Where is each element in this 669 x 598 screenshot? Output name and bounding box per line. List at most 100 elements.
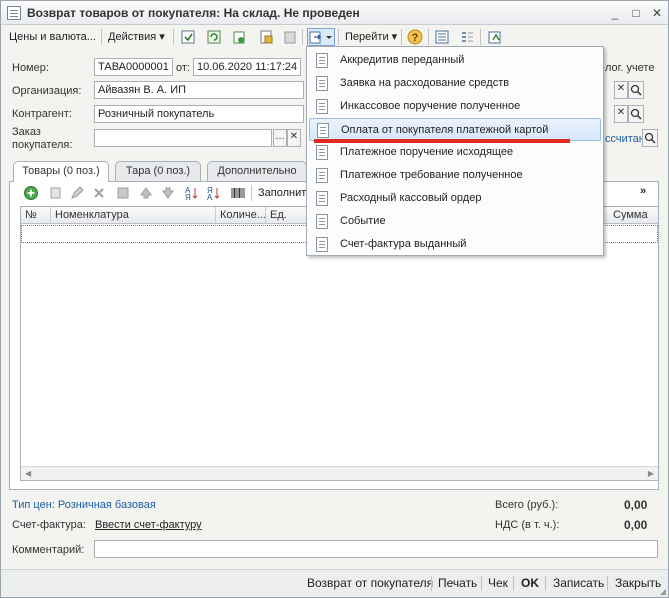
menu-item-event[interactable]: Событие	[309, 210, 601, 233]
customer-order-field[interactable]	[94, 129, 272, 147]
title-bar: Возврат товаров от покупателя: На склад.…	[1, 1, 668, 25]
tab-goods[interactable]: Товары (0 поз.)	[13, 161, 109, 182]
edit-pencil-icon[interactable]	[68, 184, 86, 202]
scroll-left-icon[interactable]: ◀	[25, 469, 31, 478]
toolbar-separator	[428, 29, 429, 45]
column-sum[interactable]: Сумма	[609, 207, 659, 224]
organization-field[interactable]: Айвазян В. А. ИП	[94, 81, 304, 99]
move-down-icon[interactable]	[159, 184, 177, 202]
column-quantity[interactable]: Количе...	[216, 207, 266, 224]
column-unit[interactable]: Ед.	[266, 207, 311, 224]
menu-item-cash-expense-order[interactable]: Расходный кассовый ордер	[309, 187, 601, 210]
menu-item-expense-request[interactable]: Заявка на расходование средств	[309, 72, 601, 95]
horizontal-scrollbar[interactable]: ◀ ▶	[21, 466, 658, 480]
barcode-icon[interactable]	[229, 184, 247, 202]
vat-label: НДС (в т. ч.):	[495, 519, 560, 531]
number-field[interactable]: ТАВА0000001	[94, 58, 173, 76]
fill-menu-button[interactable]: Заполнит	[255, 184, 309, 202]
comment-field[interactable]	[94, 540, 658, 558]
menu-item-label: Инкассовое поручение полученное	[340, 100, 521, 112]
comment-label: Комментарий:	[12, 544, 85, 556]
scroll-right-icon[interactable]: ▶	[648, 469, 654, 478]
recalculated-link[interactable]: ссчитан	[605, 133, 645, 145]
invoice-label: Счет-фактура:	[12, 519, 86, 531]
menu-item-card-payment[interactable]: Оплата от покупателя платежной картой	[309, 118, 601, 141]
number-label: Номер:	[12, 62, 49, 74]
sort-desc-icon[interactable]: ЯA	[205, 184, 223, 202]
contragent-field[interactable]: Розничный покупатель	[94, 105, 304, 123]
sort-asc-icon[interactable]: AЯ	[183, 184, 201, 202]
print-form-icon[interactable]	[257, 28, 275, 46]
create-based-on-button[interactable]	[307, 28, 335, 46]
copy-document-icon[interactable]	[230, 28, 248, 46]
help-icon[interactable]: ?	[406, 28, 424, 46]
minimize-button[interactable]: _	[607, 5, 623, 21]
clear-icon[interactable]: ✕	[614, 105, 628, 123]
menu-item-invoice-issued[interactable]: Счет-фактура выданный	[309, 233, 601, 256]
tax-accounting-text: лог. учете	[605, 62, 655, 74]
menu-item-outgoing-payment-order[interactable]: Платежное поручение исходящее	[309, 141, 601, 164]
maximize-button[interactable]: □	[628, 5, 644, 21]
resize-grip-icon[interactable]: ◢	[660, 587, 666, 596]
document-icon	[316, 145, 328, 160]
structure-icon[interactable]	[433, 28, 451, 46]
return-from-customer-button[interactable]: Возврат от покупателя	[307, 576, 433, 590]
enter-invoice-link[interactable]: Ввести счет-фактуру	[95, 519, 202, 531]
prices-currency-button[interactable]: Цены и валюта...	[6, 28, 99, 46]
delete-row-icon[interactable]	[90, 184, 108, 202]
add-row-icon[interactable]	[22, 184, 40, 202]
menu-item-collection-order[interactable]: Инкассовое поручение полученное	[309, 95, 601, 118]
organization-label: Организация:	[12, 85, 82, 97]
close-window-button[interactable]: Закрыть	[615, 576, 661, 590]
chevron-down-icon: ▾	[391, 31, 398, 43]
more-chevron-icon[interactable]: »	[637, 182, 649, 200]
help-glyph: ?	[412, 32, 419, 44]
document-icon	[7, 6, 21, 20]
separator	[607, 576, 608, 591]
menu-item-letter-of-credit[interactable]: Аккредитив переданный	[309, 49, 601, 72]
receipt-button[interactable]: Чек	[488, 576, 508, 590]
copy-row-icon[interactable]	[46, 184, 64, 202]
archive-icon[interactable]	[281, 28, 299, 46]
tab-additional[interactable]: Дополнительно	[207, 161, 307, 181]
price-type-link[interactable]: Тип цен: Розничная базовая	[12, 499, 156, 511]
save-button[interactable]: Записать	[553, 576, 604, 590]
clear-icon[interactable]: ✕	[614, 81, 628, 99]
tab-containers[interactable]: Тара (0 поз.)	[115, 161, 201, 181]
toolbar-separator	[401, 29, 402, 45]
menu-item-label: Счет-фактура выданный	[340, 238, 467, 250]
document-icon	[316, 99, 328, 114]
clear-icon[interactable]: ✕	[287, 129, 301, 147]
document-icon	[316, 76, 328, 91]
open-magnifier-icon[interactable]	[628, 105, 644, 123]
svg-text:A: A	[207, 193, 213, 201]
total-label: Всего (руб.):	[495, 499, 559, 511]
ok-button[interactable]: OK	[521, 576, 539, 590]
report-icon[interactable]	[486, 28, 504, 46]
save-disk-icon[interactable]	[114, 184, 132, 202]
open-magnifier-icon[interactable]	[642, 129, 658, 147]
close-button[interactable]: ✕	[649, 5, 665, 21]
goto-label: Перейти	[345, 31, 389, 43]
menu-item-label: Аккредитив переданный	[340, 54, 465, 66]
menu-item-payment-request[interactable]: Платежное требование полученное	[309, 164, 601, 187]
window-title: Возврат товаров от покупателя: На склад.…	[27, 6, 360, 20]
separator	[513, 576, 514, 591]
dependencies-icon[interactable]	[458, 28, 476, 46]
menu-item-label: Расходный кассовый ордер	[340, 192, 482, 204]
column-number[interactable]: №	[21, 207, 51, 224]
date-field[interactable]: 10.06.2020 11:17:24	[193, 58, 301, 76]
move-up-icon[interactable]	[137, 184, 155, 202]
contragent-label: Контрагент:	[12, 108, 72, 120]
refresh-icon[interactable]	[205, 28, 223, 46]
select-button[interactable]: …	[273, 129, 287, 147]
order-label-line1: Заказ	[12, 126, 41, 138]
goto-menu-button[interactable]: Перейти ▾	[342, 28, 400, 46]
chevron-down-icon: ▾	[159, 31, 165, 43]
post-document-icon[interactable]	[179, 28, 197, 46]
actions-menu-button[interactable]: Действия ▾	[105, 28, 168, 46]
open-magnifier-icon[interactable]	[628, 81, 644, 99]
column-nomenclature[interactable]: Номенклатура	[51, 207, 216, 224]
print-button[interactable]: Печать	[438, 576, 477, 590]
document-icon	[316, 214, 328, 229]
